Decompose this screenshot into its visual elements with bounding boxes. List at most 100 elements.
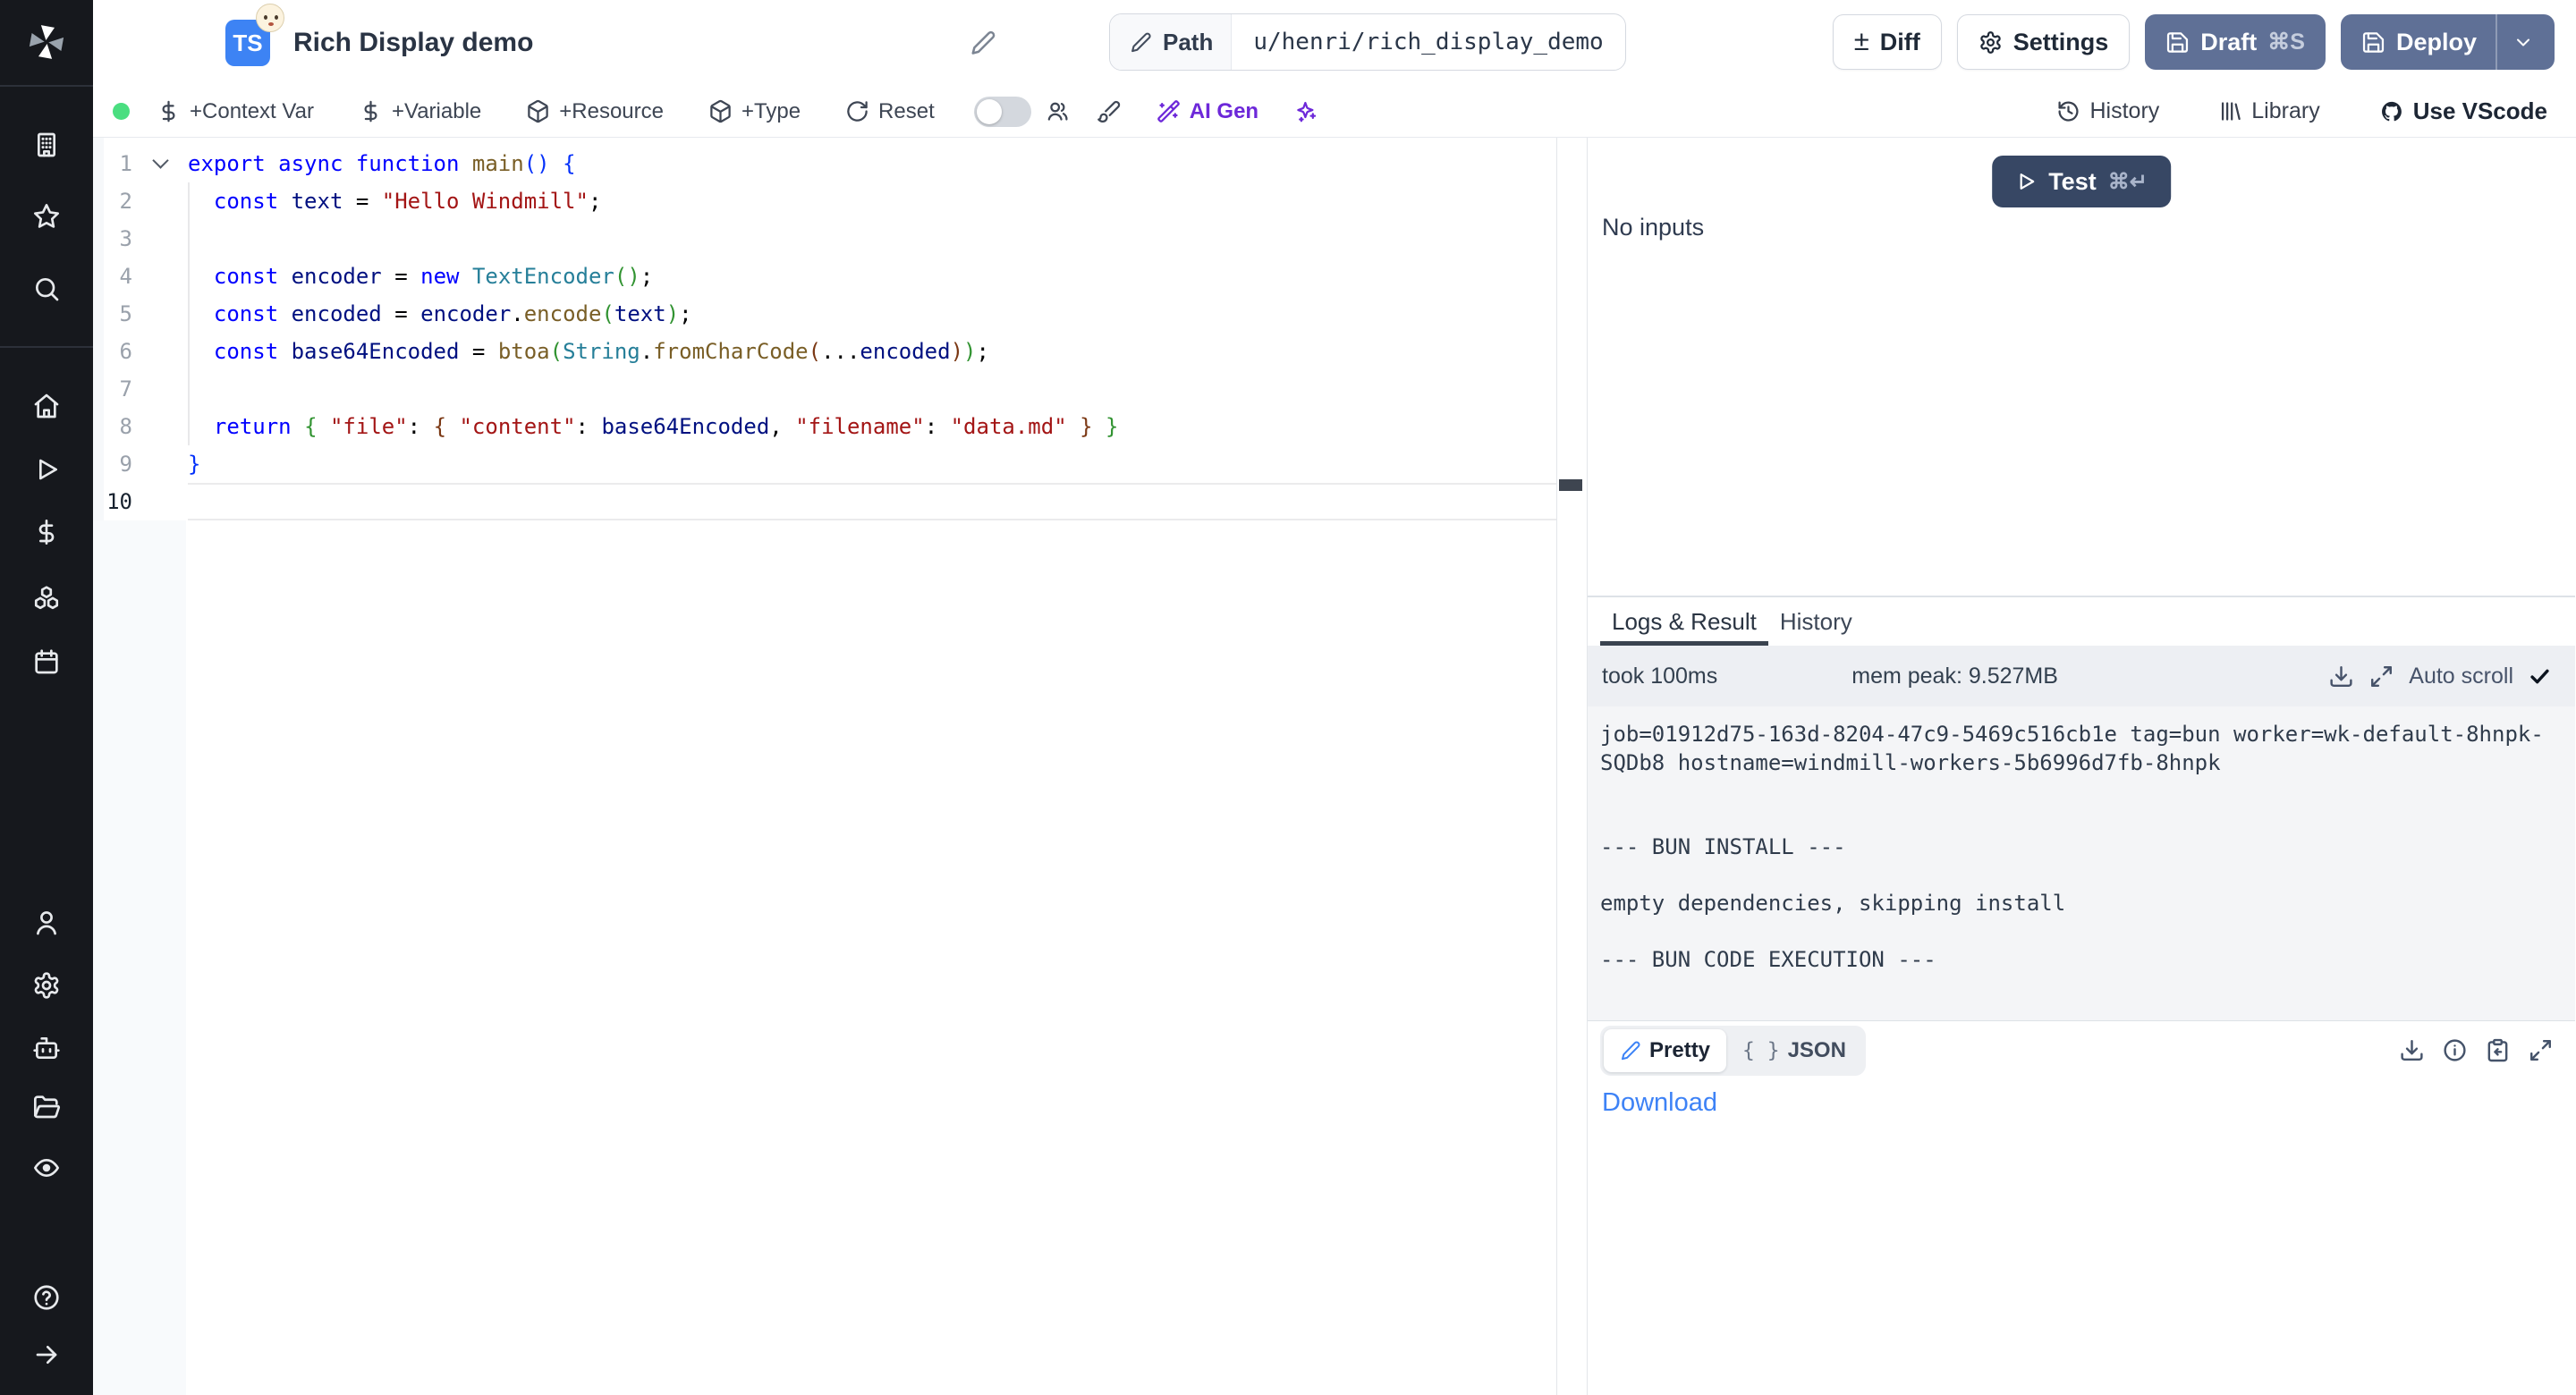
fold-margin	[132, 182, 188, 220]
code-editor[interactable]: 1export async function main() {2 const t…	[93, 138, 1557, 1395]
diff-mode-toggle[interactable]	[974, 97, 1031, 127]
result-view-switcher: Pretty { } JSON	[1600, 1026, 1866, 1076]
editor-toolbar: +Context Var +Variable +Resource +Type R…	[93, 86, 2576, 138]
code-line[interactable]: 7	[93, 370, 1556, 408]
sidebar-item-runs[interactable]	[32, 455, 61, 484]
use-vscode-button[interactable]: Use VScode	[2374, 97, 2553, 126]
dollar-icon	[157, 99, 181, 123]
sidebar-item-resources[interactable]	[32, 584, 61, 613]
button-divider	[2496, 14, 2497, 70]
settings-button[interactable]: Settings	[1957, 14, 2131, 70]
download-result-icon[interactable]	[2399, 1037, 2425, 1063]
check-icon[interactable]	[2528, 664, 2552, 689]
line-number: 4	[93, 258, 132, 295]
play-icon	[2015, 171, 2037, 192]
windmill-logo-icon[interactable]	[24, 20, 69, 64]
view-json-toggle[interactable]: { } JSON	[1726, 1029, 1862, 1072]
header-actions: ± Diff Settings Draft ⌘S Deploy	[1833, 14, 2555, 70]
sidebar-item-home[interactable]	[32, 392, 61, 420]
collaborators-icon[interactable]	[1046, 99, 1070, 123]
ai-gen-button[interactable]: AI Gen	[1151, 98, 1264, 125]
fold-margin	[132, 258, 188, 295]
sidebar-item-variables[interactable]	[32, 518, 61, 546]
sidebar-item-workers[interactable]	[32, 1034, 61, 1062]
download-logs-icon[interactable]	[2328, 664, 2354, 689]
expand-result-icon[interactable]	[2528, 1037, 2554, 1063]
emoji-avatar-icon	[256, 4, 284, 32]
line-number: 7	[93, 370, 132, 408]
fold-margin	[132, 220, 188, 258]
script-title: Rich Display demo	[293, 0, 533, 86]
sidebar-item-search[interactable]	[32, 275, 61, 303]
sparkles-icon[interactable]	[1294, 99, 1318, 123]
clipboard-copy-icon[interactable]	[2485, 1037, 2511, 1063]
path-field[interactable]: Path u/henri/rich_display_demo	[1109, 13, 1626, 71]
test-button[interactable]: Test ⌘↵	[1992, 156, 2171, 207]
sidebar-item-favorites[interactable]	[32, 202, 61, 231]
sidebar-item-schedules[interactable]	[32, 647, 61, 676]
sidebar-item-settings[interactable]	[32, 971, 61, 1000]
sidebar-item-folders[interactable]	[32, 1093, 61, 1121]
code-line[interactable]: 9}	[93, 445, 1556, 483]
run-stats-bar: took 100ms mem peak: 9.527MB Auto scroll	[1588, 646, 2575, 706]
header: TS Rich Display demo Path u/henri/rich_d…	[93, 0, 2576, 86]
chevron-down-icon	[2512, 31, 2534, 53]
add-context-var-button[interactable]: +Context Var	[151, 98, 319, 125]
code-line[interactable]: 5 const encoded = encoder.encode(text);	[93, 295, 1556, 333]
history-button[interactable]: History	[2051, 97, 2165, 125]
logs-output[interactable]: job=01912d75-163d-8204-47c9-5469c516cb1e…	[1588, 706, 2575, 1020]
diff-button[interactable]: ± Diff	[1833, 14, 1942, 70]
sidebar	[0, 0, 93, 1395]
no-inputs-label: No inputs	[1602, 214, 1704, 241]
deploy-button[interactable]: Deploy	[2341, 14, 2555, 70]
sidebar-divider	[0, 85, 93, 87]
download-result-link[interactable]: Download	[1602, 1088, 1717, 1117]
fold-margin	[132, 445, 188, 483]
draft-button[interactable]: Draft ⌘S	[2145, 14, 2326, 70]
format-brush-icon[interactable]	[1097, 99, 1121, 123]
code-line[interactable]: 8 return { "file": { "content": base64En…	[93, 408, 1556, 445]
sidebar-item-help[interactable]	[32, 1283, 61, 1312]
code-line[interactable]: 10	[93, 483, 1556, 520]
run-panel: Test ⌘↵ No inputs	[1588, 138, 2575, 596]
fold-chevron-icon[interactable]	[132, 145, 188, 182]
refresh-icon	[845, 99, 869, 123]
panel-splitter[interactable]	[1557, 138, 1587, 1395]
magic-wand-icon	[1157, 99, 1181, 123]
sidebar-item-audit-logs[interactable]	[32, 1154, 61, 1182]
sidebar-item-workspace[interactable]	[32, 131, 61, 159]
add-type-button[interactable]: +Type	[703, 98, 806, 125]
code-text: const text = "Hello Windmill";	[188, 182, 1556, 220]
library-button[interactable]: Library	[2213, 97, 2325, 125]
expand-logs-icon[interactable]	[2368, 664, 2394, 689]
code-text	[188, 483, 1556, 520]
code-line[interactable]: 1export async function main() {	[93, 145, 1556, 182]
sidebar-item-users[interactable]	[32, 909, 61, 937]
path-label: Path	[1110, 14, 1232, 70]
sidebar-expand-icon[interactable]	[32, 1340, 61, 1369]
code-lines: 1export async function main() {2 const t…	[93, 138, 1556, 520]
code-text	[188, 220, 1556, 258]
fold-margin	[132, 295, 188, 333]
add-resource-button[interactable]: +Resource	[521, 98, 669, 125]
edit-title-icon[interactable]	[970, 30, 996, 56]
tab-history[interactable]: History	[1768, 597, 1864, 646]
tab-logs-result[interactable]: Logs & Result	[1600, 597, 1768, 646]
path-value: u/henri/rich_display_demo	[1232, 14, 1624, 70]
save-icon	[2361, 30, 2385, 55]
code-line[interactable]: 4 const encoder = new TextEncoder();	[93, 258, 1556, 295]
editor-gutter-bottom	[93, 520, 186, 1395]
view-pretty-toggle[interactable]: Pretty	[1604, 1029, 1726, 1072]
code-text: const encoded = encoder.encode(text);	[188, 295, 1556, 333]
code-line[interactable]: 6 const base64Encoded = btoa(String.from…	[93, 333, 1556, 370]
code-line[interactable]: 2 const text = "Hello Windmill";	[93, 182, 1556, 220]
windmill-app: TS Rich Display demo Path u/henri/rich_d…	[0, 0, 2576, 1395]
add-variable-button[interactable]: +Variable	[353, 98, 487, 125]
library-icon	[2218, 99, 2242, 123]
reset-button[interactable]: Reset	[840, 98, 940, 125]
auto-scroll-label: Auto scroll	[2409, 664, 2513, 689]
code-line[interactable]: 3	[93, 220, 1556, 258]
fold-margin	[132, 483, 188, 520]
info-icon[interactable]	[2442, 1037, 2468, 1063]
result-body: Download	[1588, 1079, 2575, 1395]
